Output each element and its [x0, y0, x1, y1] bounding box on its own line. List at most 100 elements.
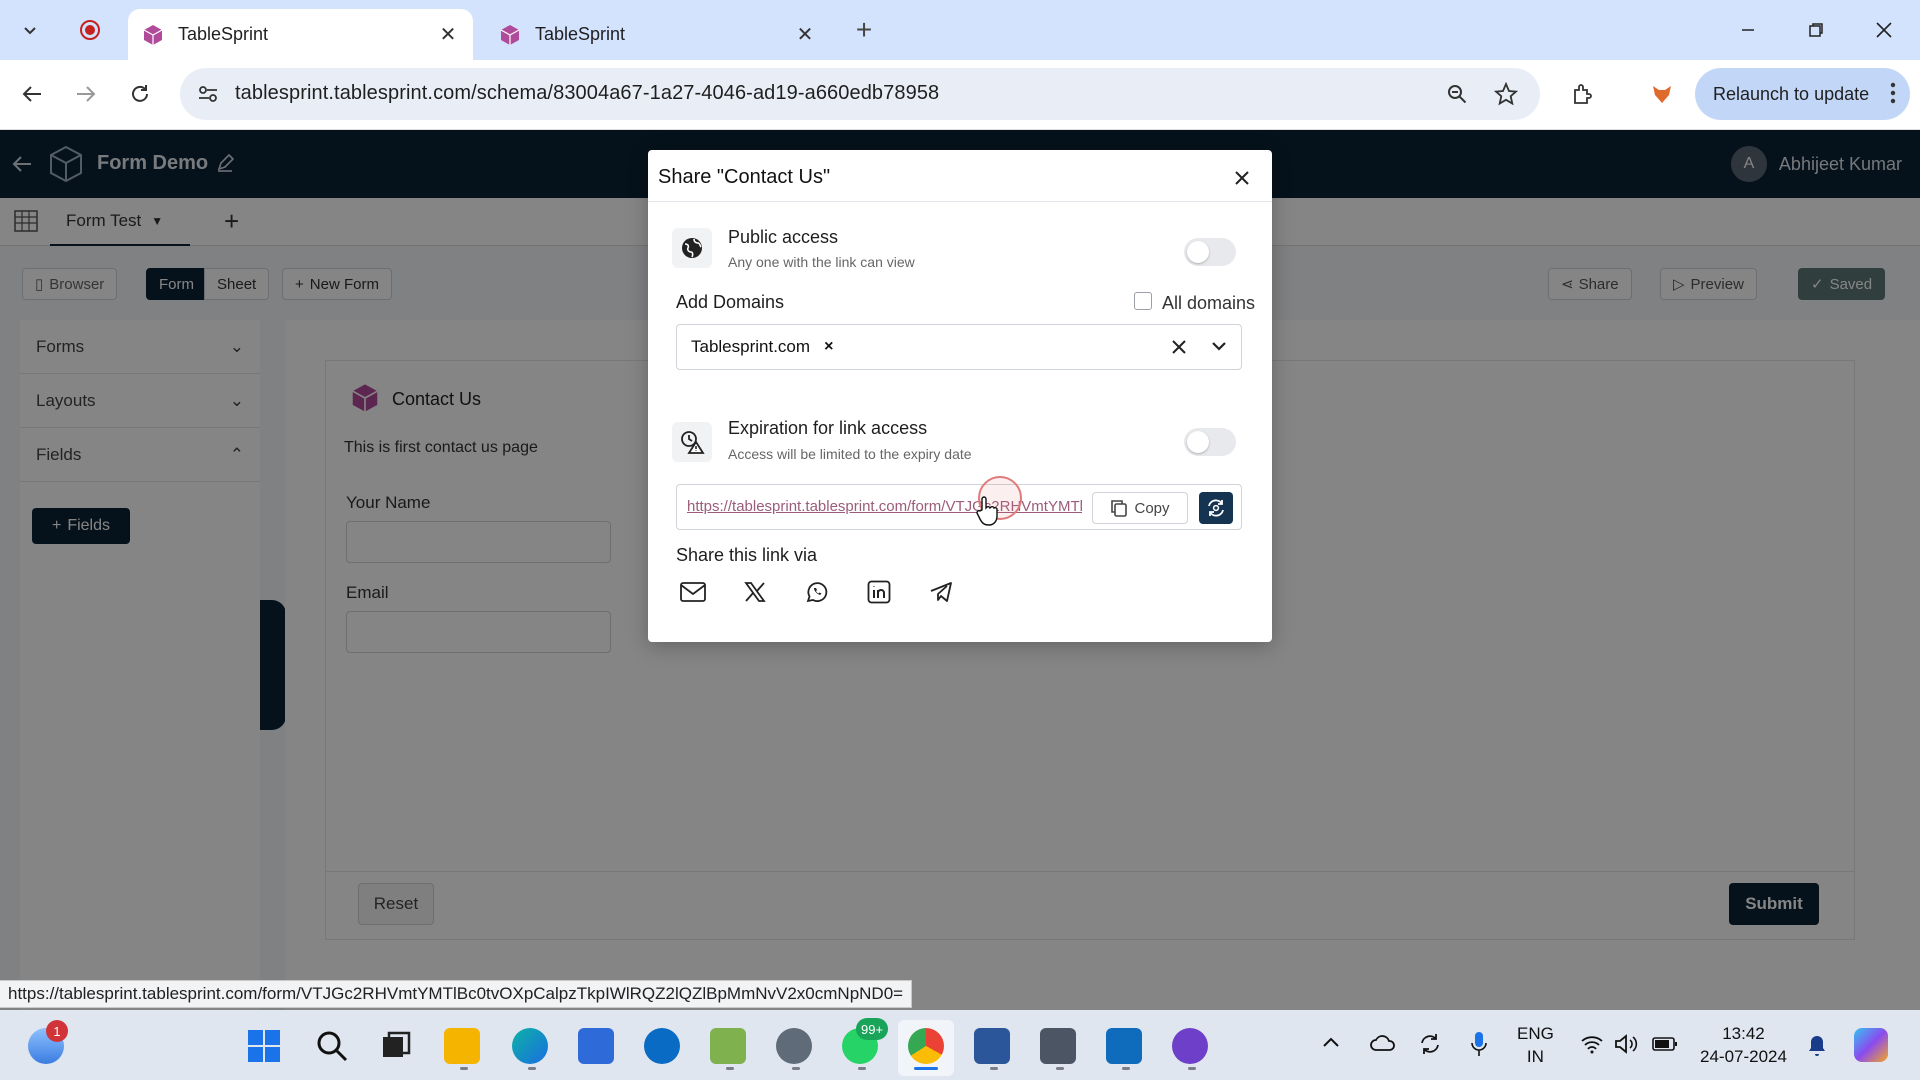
expiration-subtitle: Access will be limited to the expiry dat…	[728, 446, 972, 462]
volume-icon[interactable]	[1614, 1034, 1640, 1054]
telegram-icon[interactable]	[926, 577, 956, 607]
tab-title: TableSprint	[178, 24, 269, 44]
onedrive-icon[interactable]	[1370, 1034, 1396, 1052]
extensions-icon[interactable]	[1563, 74, 1603, 114]
copilot-icon[interactable]	[1854, 1028, 1888, 1062]
bookmark-star-icon[interactable]	[1486, 74, 1526, 114]
running-indicator	[460, 1067, 468, 1070]
microphone-icon[interactable]	[1470, 1030, 1488, 1058]
edge-icon[interactable]	[512, 1028, 548, 1064]
running-indicator	[528, 1067, 536, 1070]
windows-taskbar: 1 99+ ENG IN 13:42 24-07-2024	[0, 1010, 1920, 1080]
running-indicator	[1188, 1067, 1196, 1070]
all-domains-checkbox[interactable]	[1134, 292, 1152, 310]
site-info-icon[interactable]	[188, 74, 228, 114]
close-tab-icon[interactable]: ✕	[437, 23, 459, 46]
running-indicator	[726, 1067, 734, 1070]
linkedin-icon[interactable]	[864, 577, 894, 607]
reload-icon[interactable]	[120, 74, 160, 114]
running-indicator	[792, 1067, 800, 1070]
dell-icon[interactable]	[644, 1028, 680, 1064]
restore-icon[interactable]	[1796, 10, 1836, 50]
tab-search-icon[interactable]	[10, 10, 50, 50]
chevron-up-icon[interactable]	[1322, 1036, 1340, 1048]
clock-date: 24-07-2024	[1700, 1047, 1787, 1066]
wifi-icon[interactable]	[1580, 1034, 1604, 1054]
share-dialog: Share "Contact Us" Public access Any one…	[648, 150, 1272, 642]
clock-time: 13:42	[1722, 1024, 1765, 1043]
tablesprint-favicon	[142, 24, 164, 46]
active-indicator	[914, 1067, 938, 1070]
running-indicator	[858, 1067, 866, 1070]
running-indicator	[990, 1067, 998, 1070]
share-dialog-title: Share "Contact Us"	[658, 166, 831, 188]
browser-toolbar: tablesprint.tablesprint.com/schema/83004…	[0, 60, 1920, 130]
share-dialog-header: Share "Contact Us"	[648, 150, 1272, 202]
paint-icon[interactable]	[710, 1028, 746, 1064]
back-icon[interactable]	[12, 74, 52, 114]
system-clock[interactable]: 13:42 24-07-2024	[1700, 1022, 1787, 1068]
sync-icon[interactable]	[1418, 1032, 1442, 1056]
weather-badge: 1	[46, 1020, 68, 1042]
close-tab-icon[interactable]: ✕	[794, 23, 816, 46]
whatsapp-badge: 99+	[856, 1018, 889, 1040]
minimize-icon[interactable]	[1728, 10, 1768, 50]
outlook-icon[interactable]	[1106, 1028, 1142, 1064]
tablesprint-favicon	[499, 24, 521, 46]
calculator-icon[interactable]	[1040, 1028, 1076, 1064]
lang-code: ENG	[1517, 1024, 1554, 1043]
copy-link-button[interactable]: Copy	[1092, 492, 1188, 524]
tab-tablesprint-active[interactable]: TableSprint ✕	[128, 9, 473, 60]
public-access-toggle[interactable]	[1184, 238, 1236, 266]
clear-icon[interactable]	[1171, 339, 1187, 355]
github-desktop-icon[interactable]	[1172, 1028, 1208, 1064]
copy-label: Copy	[1134, 499, 1170, 517]
status-url-text: https://tablesprint.tablesprint.com/form…	[8, 984, 904, 1003]
windows-start-icon[interactable]	[246, 1028, 282, 1064]
regenerate-link-button[interactable]	[1199, 492, 1233, 524]
notification-bell-icon[interactable]	[1806, 1032, 1828, 1058]
share-link-url[interactable]: https://tablesprint.tablesprint.com/form…	[687, 498, 1082, 515]
chevron-down-icon[interactable]	[1211, 341, 1227, 353]
zoom-icon[interactable]	[1437, 74, 1477, 114]
remove-chip-icon[interactable]: ×	[824, 338, 833, 356]
refresh-icon	[1205, 497, 1227, 519]
public-access-subtitle: Any one with the link can view	[728, 254, 915, 270]
running-indicator	[1122, 1067, 1130, 1070]
close-icon[interactable]	[1232, 168, 1252, 188]
address-bar[interactable]: tablesprint.tablesprint.com/schema/83004…	[180, 68, 1540, 120]
record-icon[interactable]	[70, 10, 110, 50]
share-via-label: Share this link via	[676, 545, 818, 565]
whatsapp-icon[interactable]	[802, 577, 832, 607]
copy-icon	[1110, 499, 1128, 517]
x-icon[interactable]	[740, 577, 770, 607]
task-view-icon[interactable]	[378, 1028, 414, 1064]
language-indicator[interactable]: ENG IN	[1517, 1022, 1554, 1068]
status-bar-url: https://tablesprint.tablesprint.com/form…	[0, 980, 913, 1008]
chrome-icon[interactable]	[908, 1028, 944, 1064]
file-explorer-icon[interactable]	[444, 1028, 480, 1064]
search-icon[interactable]	[314, 1028, 350, 1064]
relaunch-to-update-button[interactable]: Relaunch to update	[1695, 68, 1910, 120]
domains-select[interactable]: Tablesprint.com ×	[676, 324, 1242, 370]
expiration-toggle[interactable]	[1184, 428, 1236, 456]
close-window-icon[interactable]	[1864, 10, 1904, 50]
all-domains-label: All domains	[1162, 293, 1256, 313]
more-vert-icon[interactable]	[1890, 82, 1896, 104]
running-indicator	[1056, 1067, 1064, 1070]
forward-icon[interactable]	[66, 74, 106, 114]
new-tab-icon[interactable]: +	[844, 10, 884, 50]
add-domains-label: Add Domains	[676, 292, 785, 312]
expiration-title: Expiration for link access	[728, 418, 928, 438]
globe-icon	[672, 228, 712, 268]
settings-gear-icon[interactable]	[776, 1028, 812, 1064]
battery-icon[interactable]	[1652, 1036, 1678, 1052]
url-text[interactable]: tablesprint.tablesprint.com/schema/83004…	[235, 82, 939, 105]
mail-icon[interactable]	[678, 577, 708, 607]
relaunch-label: Relaunch to update	[1713, 83, 1870, 104]
tab-tablesprint[interactable]: TableSprint ✕	[485, 9, 830, 60]
store-icon[interactable]	[578, 1028, 614, 1064]
domain-chip-label: Tablesprint.com	[691, 337, 811, 356]
extension-fox-icon[interactable]	[1642, 74, 1682, 114]
word-icon[interactable]	[974, 1028, 1010, 1064]
